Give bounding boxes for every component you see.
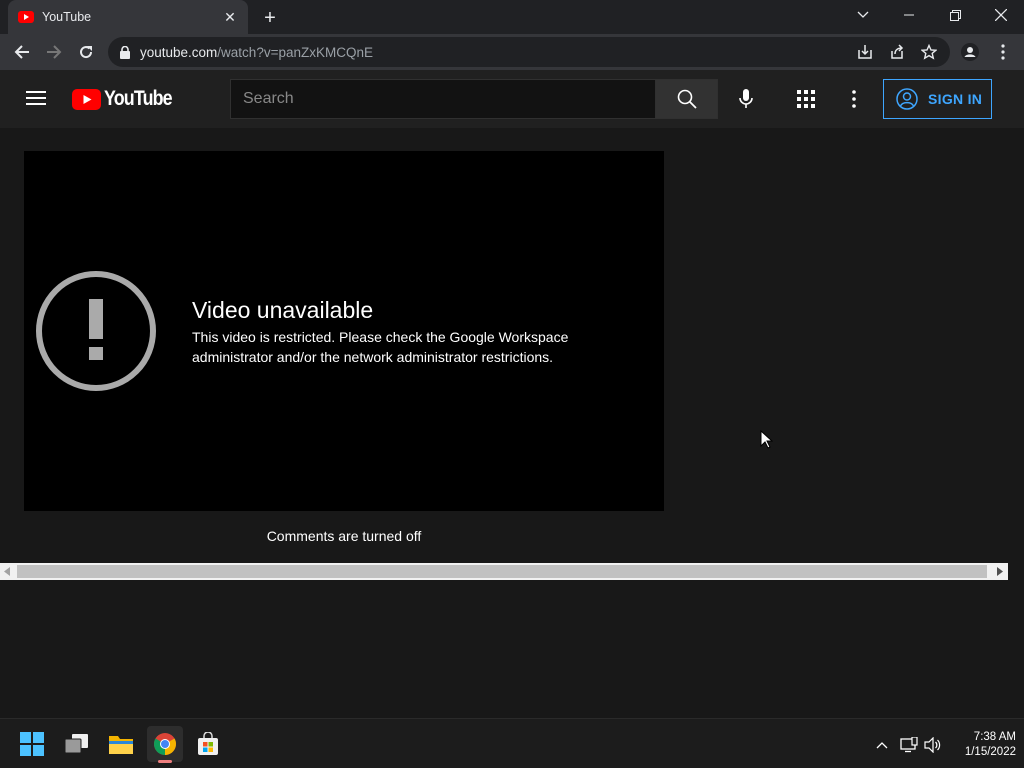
mouse-cursor-icon (760, 430, 773, 449)
clock[interactable]: 7:38 AM 1/15/2022 (950, 730, 1016, 760)
warning-icon (36, 271, 156, 391)
apps-grid-icon[interactable] (797, 90, 815, 113)
horizontal-scrollbar[interactable] (0, 563, 1008, 580)
horizontal-scrollbar-thumb[interactable] (17, 565, 987, 578)
search-button[interactable] (655, 79, 718, 119)
youtube-header: YouTube SIGN IN (0, 70, 1024, 128)
close-window-icon[interactable] (978, 0, 1024, 30)
chrome-icon[interactable] (147, 726, 183, 763)
tab-title: YouTube (42, 10, 92, 24)
youtube-logo[interactable]: YouTube (72, 87, 184, 111)
sign-in-label: SIGN IN (928, 91, 983, 107)
volume-icon[interactable] (923, 735, 943, 755)
install-app-icon[interactable] (854, 41, 876, 63)
network-icon[interactable] (899, 735, 919, 755)
clock-time: 7:38 AM (973, 731, 1016, 743)
task-view-icon[interactable] (59, 726, 95, 762)
vertical-scrollbar-track (1008, 128, 1024, 580)
account-circle-icon (896, 88, 918, 110)
star-icon[interactable] (918, 41, 940, 63)
url-text: youtube.com/watch?v=panZxKMCQnE (140, 44, 373, 60)
restore-icon[interactable] (932, 0, 978, 30)
tab-youtube[interactable]: YouTube ✕ (8, 0, 248, 34)
search-icon (677, 89, 697, 109)
search-input[interactable] (243, 90, 656, 108)
start-icon[interactable] (14, 726, 50, 762)
tab-search-icon[interactable] (840, 0, 886, 30)
back-arrow-icon[interactable] (10, 40, 34, 64)
taskbar: 7:38 AM 1/15/2022 (0, 718, 1024, 768)
forward-arrow-icon[interactable] (42, 40, 66, 64)
scroll-left-arrow-icon[interactable] (4, 567, 10, 576)
store-icon[interactable] (190, 726, 226, 762)
youtube-logo-text: YouTube (104, 87, 173, 110)
kebab-menu-icon[interactable] (991, 40, 1015, 64)
close-tab-icon[interactable]: ✕ (222, 9, 238, 25)
address-bar[interactable]: youtube.com/watch?v=panZxKMCQnE (108, 37, 950, 67)
share-icon[interactable] (886, 41, 908, 63)
error-message: This video is restricted. Please check t… (192, 329, 569, 365)
hamburger-menu-icon[interactable] (26, 90, 46, 111)
browser-toolbar: youtube.com/watch?v=panZxKMCQnE (0, 34, 1024, 70)
settings-menu-icon[interactable] (852, 90, 856, 113)
profile-icon[interactable] (958, 40, 982, 64)
video-player[interactable]: Video unavailable This video is restrict… (24, 151, 664, 511)
tab-strip: YouTube ✕ + (0, 0, 1024, 34)
watch-page: Video unavailable This video is restrict… (0, 128, 1024, 718)
youtube-favicon-icon (18, 11, 34, 23)
clock-date: 1/15/2022 (964, 746, 1016, 758)
lock-icon[interactable] (120, 45, 130, 59)
file-explorer-icon[interactable] (103, 726, 139, 762)
youtube-logo-icon (72, 88, 101, 110)
error-title: Video unavailable (192, 297, 374, 323)
scroll-right-arrow-icon[interactable] (997, 567, 1003, 576)
show-hidden-icons-icon[interactable] (872, 735, 892, 755)
microphone-icon[interactable] (732, 85, 760, 113)
new-tab-button[interactable]: + (258, 6, 282, 30)
sign-in-button[interactable]: SIGN IN (883, 79, 992, 119)
search-field[interactable] (230, 79, 656, 119)
minimize-icon[interactable] (886, 0, 932, 30)
comments-status: Comments are turned off (266, 528, 422, 544)
active-app-indicator (158, 760, 172, 763)
reload-icon[interactable] (74, 40, 98, 64)
